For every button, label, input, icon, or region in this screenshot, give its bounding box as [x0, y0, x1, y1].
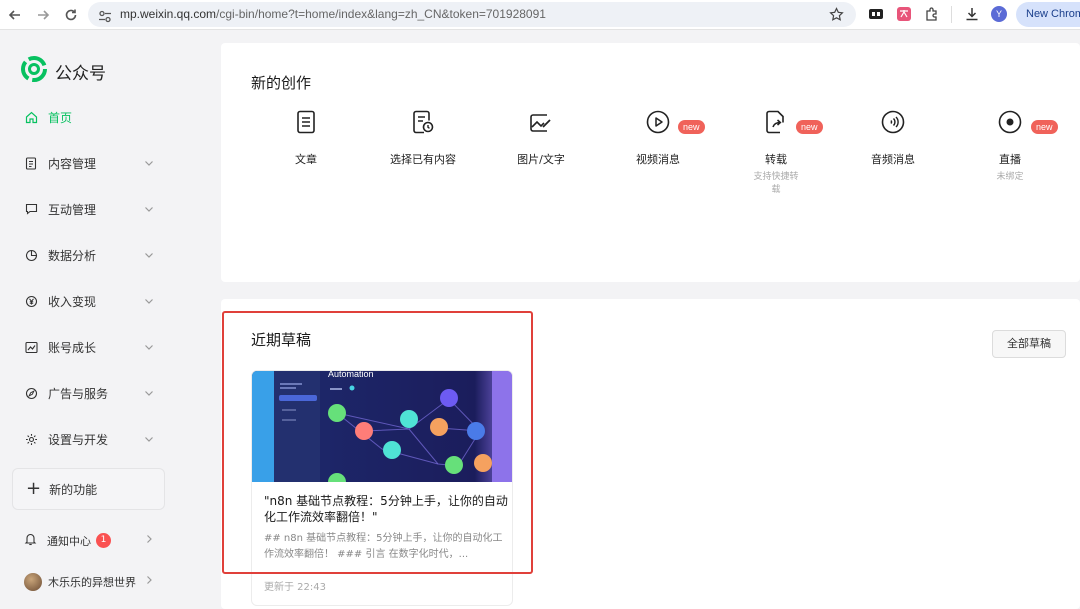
chevron-right-icon — [144, 575, 154, 588]
sidebar-item-label: 数据分析 — [48, 248, 97, 263]
forward-arrow-icon[interactable] — [32, 4, 54, 26]
new-badge-video: new — [678, 120, 705, 134]
wechat-mp-logo-icon — [21, 56, 47, 86]
sidebar-item-ads-services[interactable]: 广告与服务 — [24, 382, 154, 404]
thumb-heading: Automation — [328, 371, 374, 379]
sidebar: 公众号 首页 内容管理 互动管理 数据分析 收入变现 账号成长 广告与服务 设置… — [0, 30, 220, 609]
tool-label: 选择已有内容 — [390, 153, 456, 166]
home-icon — [24, 110, 38, 124]
chevron-down-icon — [144, 203, 154, 217]
video-play-icon — [645, 109, 671, 135]
extension-icon[interactable] — [868, 6, 884, 22]
repost-icon — [763, 109, 789, 135]
chevron-down-icon — [144, 387, 154, 401]
address-bar[interactable]: mp.weixin.qq.com/cgi-bin/home?t=home/ind… — [88, 2, 856, 27]
plus-icon: + — [26, 478, 42, 499]
new-creation-title: 新的创作 — [251, 74, 312, 92]
tool-label: 文章 — [295, 153, 317, 166]
draft-card[interactable]: Automation "n8n 基础节点教程：5分钟上手，让你的自动化工作流效率… — [251, 370, 513, 606]
image-text-icon — [528, 109, 554, 135]
notification-count-badge: 1 — [96, 533, 111, 548]
sidebar-item-content[interactable]: 内容管理 — [24, 152, 154, 174]
sidebar-item-analytics[interactable]: 数据分析 — [24, 244, 154, 266]
toolbar-divider — [951, 6, 952, 23]
reload-icon[interactable] — [60, 4, 82, 26]
sidebar-item-monetization[interactable]: 收入变现 — [24, 290, 154, 312]
sidebar-item-label: 内容管理 — [48, 156, 97, 171]
chevron-right-icon — [144, 534, 154, 547]
new-badge-repost: new — [796, 120, 823, 134]
tool-label: 图片/文字 — [517, 153, 565, 166]
new-badge-live: new — [1031, 120, 1058, 134]
account-switcher[interactable]: 木乐乐的异想世界 — [24, 573, 154, 591]
bell-icon — [24, 532, 37, 549]
tool-audio-message[interactable]: 音频消息 — [838, 109, 948, 167]
draft-title: "n8n 基础节点教程：5分钟上手，让你的自动化工作流效率翻倍！" — [264, 494, 508, 524]
tool-label: 视频消息 — [636, 153, 680, 166]
site-settings-icon[interactable] — [98, 8, 112, 27]
sidebar-item-label: 互动管理 — [48, 202, 97, 217]
draft-excerpt: ## n8n 基础节点教程：5分钟上手，让你的自动化工作流效率翻倍！ ### 引… — [264, 533, 503, 560]
all-drafts-button[interactable]: 全部草稿 — [992, 330, 1066, 358]
avatar — [24, 573, 42, 591]
notification-label: 通知中心 — [47, 534, 91, 548]
trend-icon — [24, 340, 38, 354]
sidebar-item-interaction[interactable]: 互动管理 — [24, 198, 154, 220]
chevron-down-icon — [144, 249, 154, 263]
yen-icon — [24, 294, 38, 308]
logo[interactable]: 公众号 — [21, 56, 106, 86]
back-arrow-icon[interactable] — [4, 4, 26, 26]
chat-icon — [24, 202, 38, 216]
tool-image-text[interactable]: 图片/文字 — [486, 109, 596, 167]
notification-center[interactable]: 通知中心 1 — [24, 532, 154, 549]
compass-icon — [24, 386, 38, 400]
download-icon[interactable] — [964, 6, 980, 22]
tool-existing-content[interactable]: 选择已有内容 — [368, 109, 478, 167]
tool-article[interactable]: 文章 — [251, 109, 361, 167]
new-chrome-button[interactable]: New Chrom — [1016, 2, 1080, 27]
tool-sublabel: 未绑定 — [996, 172, 1024, 182]
sidebar-item-label: 设置与开发 — [48, 432, 109, 447]
profile-avatar[interactable]: Y — [991, 6, 1007, 22]
account-name: 木乐乐的异想世界 — [48, 576, 136, 589]
chevron-down-icon — [144, 341, 154, 355]
sidebar-item-label: 账号成长 — [48, 340, 97, 355]
tool-video-message[interactable]: 视频消息 — [603, 109, 713, 167]
new-features-button[interactable]: + 新的功能 — [12, 468, 165, 510]
tool-label: 音频消息 — [871, 153, 915, 166]
sidebar-item-label: 收入变现 — [48, 294, 97, 309]
tool-label: 直播 — [999, 153, 1021, 166]
chevron-down-icon — [144, 157, 154, 171]
document-icon — [24, 156, 38, 170]
bookmark-star-icon[interactable] — [829, 7, 844, 26]
url-path: /cgi-bin/home?t=home/index&lang=zh_CN&to… — [216, 7, 546, 21]
url-host: mp.weixin.qq.com — [120, 7, 217, 21]
tool-label: 转载 — [765, 153, 787, 166]
chevron-down-icon — [144, 295, 154, 309]
url-text: mp.weixin.qq.com/cgi-bin/home?t=home/ind… — [120, 7, 546, 21]
chevron-down-icon — [144, 433, 154, 447]
pie-chart-icon — [24, 248, 38, 262]
sidebar-item-settings-dev[interactable]: 设置与开发 — [24, 428, 154, 450]
existing-content-icon — [410, 109, 436, 135]
tool-sublabel: 支持快捷转载 — [753, 172, 799, 195]
browser-toolbar: mp.weixin.qq.com/cgi-bin/home?t=home/ind… — [0, 0, 1080, 30]
sidebar-item-label: 首页 — [48, 110, 73, 125]
draft-thumbnail: Automation — [252, 371, 512, 482]
sidebar-item-label: 广告与服务 — [48, 386, 109, 401]
live-icon — [997, 109, 1023, 135]
new-features-label: 新的功能 — [49, 482, 98, 497]
sidebar-item-growth[interactable]: 账号成长 — [24, 336, 154, 358]
draft-updated-time: 更新于 22:43 — [264, 582, 326, 593]
gear-icon — [24, 432, 38, 446]
puzzle-icon[interactable] — [924, 6, 940, 22]
logo-text: 公众号 — [55, 63, 106, 84]
translate-extension-icon[interactable] — [896, 6, 912, 22]
article-icon — [293, 109, 319, 135]
recent-drafts-title: 近期草稿 — [251, 331, 312, 349]
audio-icon — [880, 109, 906, 135]
sidebar-item-home[interactable]: 首页 — [24, 106, 154, 128]
